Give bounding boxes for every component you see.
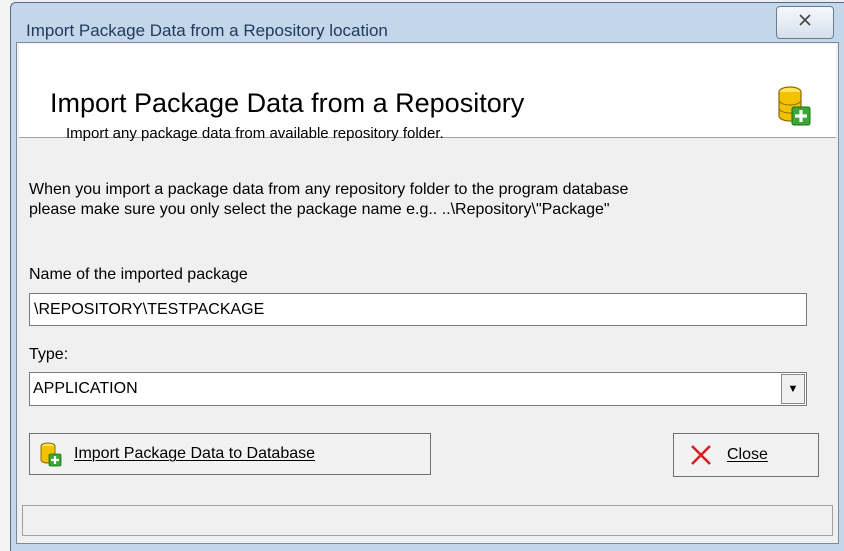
instructions-line-1: When you import a package data from any …: [29, 181, 629, 198]
status-bar: [22, 505, 833, 536]
window-title: Import Package Data from a Repository lo…: [26, 21, 388, 40]
close-icon: [797, 12, 813, 33]
title-bar[interactable]: Import Package Data from a Repository lo…: [11, 3, 844, 43]
instructions-text: When you import a package data from any …: [29, 180, 628, 220]
database-add-icon: [40, 441, 62, 467]
close-button-label: Close: [727, 446, 768, 463]
package-name-label: Name of the imported package: [29, 266, 248, 283]
header-title: Import Package Data from a Repository: [50, 88, 525, 118]
type-select-value: APPLICATION: [33, 380, 138, 397]
header-subtitle: Import any package data from available r…: [66, 125, 444, 142]
chevron-down-icon: ▼: [787, 383, 799, 395]
type-select[interactable]: APPLICATION ▼: [29, 372, 807, 406]
close-x-icon: [689, 443, 713, 467]
type-label: Type:: [29, 346, 69, 363]
import-button-label: Import Package Data to Database: [74, 445, 316, 462]
close-button[interactable]: Close: [673, 433, 819, 477]
database-add-icon: [777, 84, 811, 128]
package-name-input[interactable]: [29, 293, 807, 326]
instructions-line-2: please make sure you only select the pac…: [29, 201, 610, 218]
background-desktop: [0, 0, 10, 551]
window-close-button[interactable]: [776, 6, 834, 39]
import-package-button[interactable]: Import Package Data to Database: [29, 433, 431, 475]
dropdown-arrow-button[interactable]: ▼: [781, 374, 805, 404]
